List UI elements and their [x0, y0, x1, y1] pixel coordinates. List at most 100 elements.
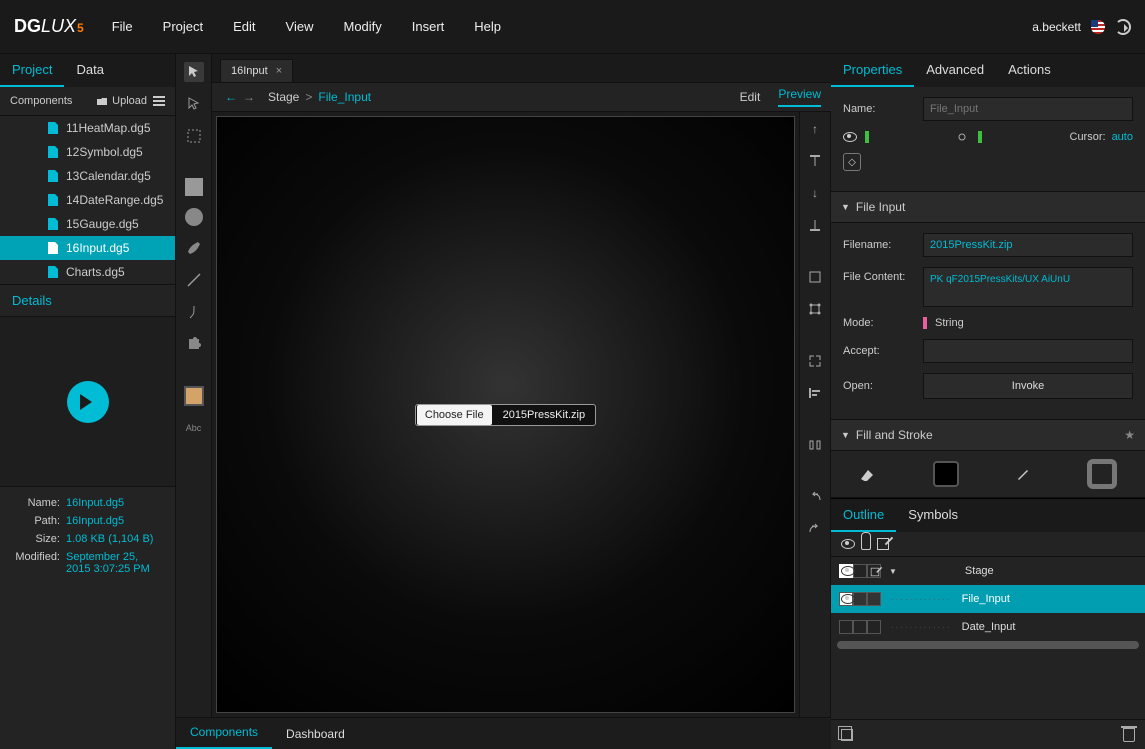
bounds-icon[interactable] — [806, 268, 824, 286]
document-tab[interactable]: 16Input × — [220, 59, 293, 82]
puzzle-tool-icon[interactable] — [184, 334, 204, 354]
filename-input[interactable] — [923, 233, 1133, 257]
file-item-selected[interactable]: 16Input.dg5 — [0, 236, 175, 260]
edit-icon[interactable] — [877, 538, 889, 550]
stroke-pen-icon[interactable] — [1015, 466, 1031, 482]
file-item[interactable]: 11HeatMap.dg5 — [0, 116, 175, 140]
tab-data[interactable]: Data — [64, 54, 115, 87]
star-icon[interactable]: ★ — [1124, 428, 1135, 442]
left-sidebar: Project Data Components Upload 11HeatMap… — [0, 54, 176, 749]
breadcrumb-bar: ← → Stage > File_Input Edit Preview — [212, 82, 831, 112]
mode-edit[interactable]: Edit — [740, 90, 761, 104]
tab-actions[interactable]: Actions — [996, 54, 1063, 87]
invoke-button[interactable]: Invoke — [923, 373, 1133, 399]
status-indicator — [978, 131, 982, 143]
undo-icon[interactable] — [806, 488, 824, 506]
close-icon[interactable]: × — [276, 65, 282, 77]
outline-row-stage[interactable]: ▼ Stage — [831, 557, 1145, 585]
tab-symbols[interactable]: Symbols — [896, 499, 970, 532]
transform-icon[interactable] — [806, 300, 824, 318]
nav-forward-icon[interactable]: → — [240, 90, 258, 104]
file-item[interactable]: 14DateRange.dg5 — [0, 188, 175, 212]
menu-modify[interactable]: Modify — [343, 19, 381, 34]
prop-name-label: Name: — [843, 103, 915, 115]
file-tree: 11HeatMap.dg5 12Symbol.dg5 13Calendar.dg… — [0, 116, 175, 284]
color-swatch[interactable] — [184, 386, 204, 406]
ellipse-tool-icon[interactable] — [185, 208, 203, 226]
list-view-icon[interactable] — [153, 96, 165, 106]
choose-file-button[interactable]: Choose File — [417, 405, 492, 425]
file-item[interactable]: 12Symbol.dg5 — [0, 140, 175, 164]
logout-icon[interactable] — [1115, 19, 1131, 35]
outline-row-file-input[interactable]: ············· File_Input — [831, 585, 1145, 613]
bottom-tab-components[interactable]: Components — [176, 717, 272, 749]
scrollbar[interactable] — [837, 641, 1139, 649]
preview-area — [0, 317, 175, 487]
menu-help[interactable]: Help — [474, 19, 501, 34]
details-header[interactable]: Details — [0, 284, 175, 317]
tab-outline[interactable]: Outline — [831, 499, 896, 532]
file-item[interactable]: 15Gauge.dg5 — [0, 212, 175, 236]
file-item[interactable]: 13Calendar.dg5 — [0, 164, 175, 188]
outline-row-date-input[interactable]: ············· Date_Input — [831, 613, 1145, 641]
locale-icon[interactable] — [1091, 20, 1105, 34]
stroke-swatch[interactable] — [1087, 459, 1117, 489]
filecontent-value[interactable]: PK qF2015PressKits/UX AiUnU — [923, 267, 1133, 307]
fill-swatch[interactable] — [933, 461, 959, 487]
mode-label: Mode: — [843, 317, 915, 329]
app-logo: DGLUX5 — [14, 16, 84, 37]
crumb-stage[interactable]: Stage — [268, 90, 299, 104]
menu-view[interactable]: View — [286, 19, 314, 34]
section-fill-stroke[interactable]: ▼Fill and Stroke ★ — [831, 419, 1145, 451]
align-bottom-icon[interactable] — [806, 216, 824, 234]
menu-insert[interactable]: Insert — [412, 19, 445, 34]
tab-advanced[interactable]: Advanced — [914, 54, 996, 87]
play-button[interactable] — [67, 381, 109, 423]
arrow-up-icon[interactable]: ↑ — [806, 120, 824, 138]
line-tool-icon[interactable] — [184, 270, 204, 290]
align-top-icon[interactable] — [806, 152, 824, 170]
center-panel: 16Input × ← → Stage > File_Input Edit Pr… — [212, 54, 831, 749]
mode-preview[interactable]: Preview — [778, 87, 821, 107]
menu-file[interactable]: File — [112, 19, 133, 34]
visibility-icon[interactable] — [843, 132, 857, 142]
size-toggle[interactable]: ◇ — [843, 153, 861, 171]
select-tool-icon[interactable] — [184, 62, 204, 82]
rectangle-tool-icon[interactable] — [185, 178, 203, 196]
open-label: Open: — [843, 380, 915, 392]
nav-back-icon[interactable]: ← — [222, 90, 240, 104]
mode-value[interactable]: String — [935, 317, 964, 329]
tool-strip: Abc — [176, 54, 212, 749]
cursor-label: Cursor: — [1070, 131, 1106, 143]
menu-edit[interactable]: Edit — [233, 19, 255, 34]
bottom-tab-dashboard[interactable]: Dashboard — [272, 719, 359, 749]
tab-properties[interactable]: Properties — [831, 54, 914, 87]
link-icon[interactable] — [956, 131, 970, 143]
tab-project[interactable]: Project — [0, 54, 64, 87]
menu-project[interactable]: Project — [163, 19, 203, 34]
arrow-down-icon[interactable]: ↓ — [806, 184, 824, 202]
eye-icon[interactable] — [841, 539, 855, 549]
redo-icon[interactable] — [806, 520, 824, 538]
distribute-icon[interactable] — [806, 436, 824, 454]
section-file-input[interactable]: ▼File Input — [831, 191, 1145, 223]
stage-canvas[interactable]: Choose File 2015PressKit.zip — [216, 116, 795, 713]
marquee-tool-icon[interactable] — [184, 126, 204, 146]
file-item[interactable]: Charts.dg5 — [0, 260, 175, 284]
upload-button[interactable]: Upload — [96, 95, 147, 107]
pen-tool-icon[interactable] — [184, 302, 204, 322]
trash-icon[interactable] — [1123, 728, 1135, 742]
direct-select-tool-icon[interactable] — [184, 94, 204, 114]
prop-name-input[interactable] — [923, 97, 1133, 121]
expand-icon[interactable] — [806, 352, 824, 370]
crumb-file-input[interactable]: File_Input — [318, 90, 371, 104]
user-name[interactable]: a.beckett — [1032, 20, 1081, 34]
lock-icon[interactable] — [861, 538, 871, 550]
cursor-value[interactable]: auto — [1112, 131, 1133, 143]
align-left-icon[interactable] — [806, 384, 824, 402]
accept-input[interactable] — [923, 339, 1133, 363]
fill-icon[interactable] — [859, 467, 877, 481]
menu-bar: DGLUX5 File Project Edit View Modify Ins… — [0, 0, 1145, 54]
duplicate-icon[interactable] — [841, 729, 853, 741]
brush-tool-icon[interactable] — [184, 238, 204, 258]
